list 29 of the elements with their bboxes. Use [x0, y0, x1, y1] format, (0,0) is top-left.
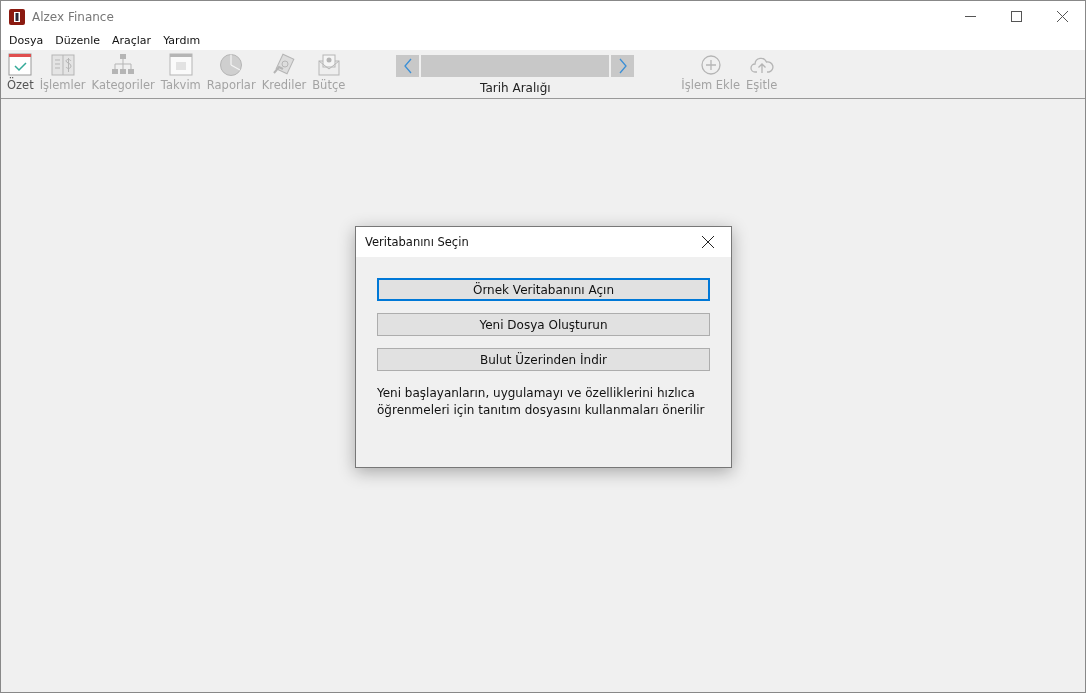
hint-text: Yeni başlayanların, uygulamayı ve özelliklerini hızlıca öğrenmeleri için tanıtım dosyasını kullanmaları önerilir [377, 385, 706, 419]
dialog-button[interactable]: Bulut Üzerinden İndir [377, 348, 710, 371]
hierarchy-icon [110, 53, 137, 77]
maximize-icon [1010, 11, 1022, 22]
close-icon [1056, 11, 1068, 22]
dialog-button[interactable]: Yeni Dosya Oluşturun [377, 313, 710, 336]
menu-item[interactable]: Yardım [157, 32, 207, 50]
toolbar-button[interactable]: Özet [4, 50, 37, 98]
pie-chart-icon [218, 53, 245, 77]
next-button[interactable] [611, 55, 635, 77]
dialog-button[interactable]: Örnek Veritabanını Açın [377, 278, 710, 301]
menu-item[interactable]: Dosya [3, 32, 50, 50]
envelope-icon [315, 53, 342, 77]
calendar-check-icon [7, 53, 34, 77]
chevron-left-icon [402, 58, 413, 74]
dialog-title: Veritabanını Seçin [365, 235, 470, 249]
window-title: Alzex Finance [32, 9, 115, 24]
date-range-field[interactable] [421, 55, 610, 77]
ledger-icon [49, 53, 76, 77]
close-icon [702, 236, 714, 248]
previous-button[interactable] [396, 55, 420, 77]
app-logo-icon [9, 8, 25, 25]
minimize-icon [964, 16, 976, 17]
money-hand-icon [270, 53, 297, 77]
calendar-icon [167, 53, 194, 77]
menu-item[interactable]: Araçlar [105, 32, 158, 50]
menu-item[interactable]: Düzenle [49, 32, 106, 50]
chevron-right-icon [617, 58, 628, 74]
date-range-label: Tarih Aralığı [480, 81, 551, 95]
